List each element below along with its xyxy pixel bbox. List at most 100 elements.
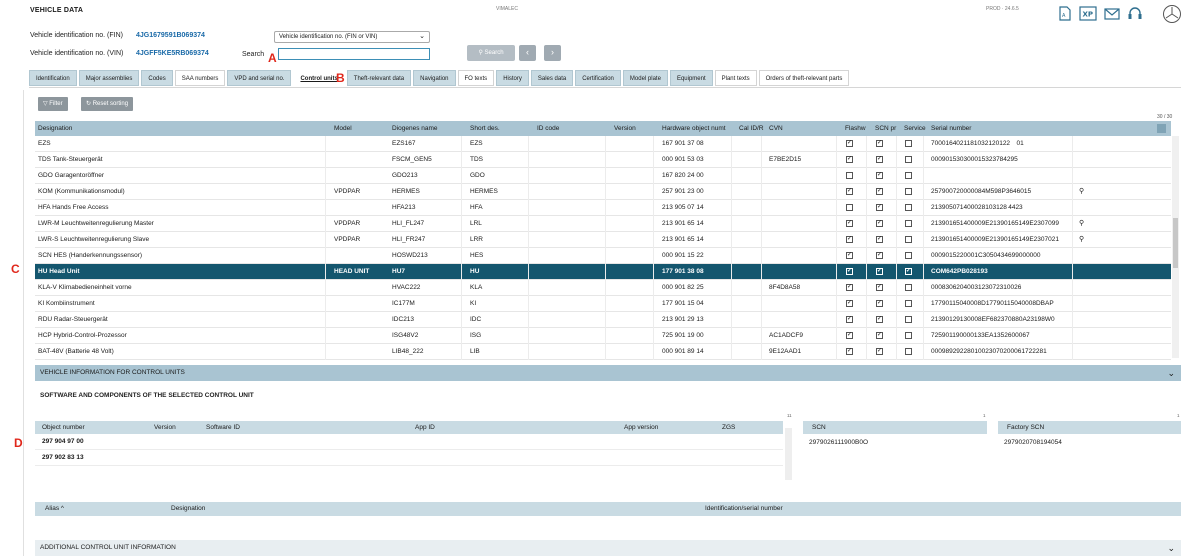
checkbox-service[interactable] xyxy=(905,172,912,179)
search-input[interactable] xyxy=(278,48,430,60)
table-row[interactable]: HU Head Unit HEAD UNIT HU7 HU 177 901 38 08 C… xyxy=(35,264,1171,280)
reset-sorting-button[interactable]: ↻ Reset sorting xyxy=(81,97,134,111)
checkbox-scn[interactable]: ✓ xyxy=(876,332,883,339)
checkbox-service[interactable] xyxy=(905,156,912,163)
magnifier-icon[interactable]: ⚲ xyxy=(1079,216,1084,232)
search-button[interactable]: ⚲ Search xyxy=(467,45,515,61)
tab-model-plate[interactable]: Model plate xyxy=(622,70,668,86)
tab-vpd-and-serial-no[interactable]: VPD and serial no. xyxy=(227,70,292,86)
checkbox-flash[interactable]: ✓ xyxy=(846,220,853,227)
checkbox-scn[interactable]: ✓ xyxy=(876,236,883,243)
tab-orders-of-theft-relevant-parts[interactable]: Orders of theft-relevant parts xyxy=(758,70,850,86)
table-row[interactable]: KI Kombiinstrument IC177M KI 177 901 15 04 1… xyxy=(35,296,1171,312)
checkbox-scn[interactable]: ✓ xyxy=(876,252,883,259)
table-row[interactable]: LWR-M Leuchtweitenregulierung Master VPDP… xyxy=(35,216,1171,232)
tab-theft-relevant-data[interactable]: Theft-relevant data xyxy=(346,70,412,86)
sw-column-zgs[interactable]: ZGS xyxy=(719,421,735,434)
checkbox-flash[interactable]: ✓ xyxy=(846,188,853,195)
table-scrollbar[interactable] xyxy=(1172,136,1179,358)
tab-certification[interactable]: Certification xyxy=(575,70,621,86)
checkbox-flash[interactable] xyxy=(846,204,853,211)
checkbox-service[interactable] xyxy=(905,140,912,147)
tab-sales-data[interactable]: Sales data xyxy=(530,70,574,86)
column-cvn[interactable]: CVN xyxy=(766,121,840,136)
sw-column-software-id[interactable]: Software ID xyxy=(203,421,240,434)
filter-button[interactable]: ▽ Filter xyxy=(38,97,68,111)
checkbox-scn[interactable]: ✓ xyxy=(876,220,883,227)
sw-column-app-version[interactable]: App version xyxy=(621,421,658,434)
next-button[interactable]: › xyxy=(544,45,561,61)
checkbox-scn[interactable]: ✓ xyxy=(876,268,883,275)
checkbox-scn[interactable]: ✓ xyxy=(876,204,883,211)
checkbox-flash[interactable]: ✓ xyxy=(846,348,853,355)
table-row[interactable]: TDS Tank-Steuergerät FSCM_GEN5 TDS 000 901 … xyxy=(35,152,1171,168)
column-flashw[interactable]: Flashw xyxy=(842,121,870,136)
column-id-code[interactable]: ID code xyxy=(534,121,608,136)
column-model[interactable]: Model xyxy=(331,121,386,136)
previous-button[interactable]: ‹ xyxy=(519,45,536,61)
checkbox-flash[interactable]: ✓ xyxy=(846,332,853,339)
pdf-icon[interactable]: A xyxy=(1058,6,1072,21)
checkbox-flash[interactable]: ✓ xyxy=(846,252,853,259)
checkbox-flash[interactable]: ✓ xyxy=(846,156,853,163)
table-row[interactable]: KLA-V Klimabedieneinheit vorne HVAC222 KLA… xyxy=(35,280,1171,296)
sw-table-row[interactable]: 297 902 83 13 xyxy=(35,450,783,466)
checkbox-service[interactable] xyxy=(905,252,912,259)
column-version[interactable]: Version xyxy=(611,121,656,136)
table-row[interactable]: EZS EZS167 EZS 167 901 37 08 700016402118103… xyxy=(35,136,1171,152)
sw-column-version[interactable]: Version xyxy=(151,421,176,434)
mail-icon[interactable] xyxy=(1104,6,1120,21)
alias-designation-column[interactable]: Designation xyxy=(171,502,205,516)
table-row[interactable]: BAT-48V (Batterie 48 Volt) LIB48_222 LIB 00… xyxy=(35,344,1171,360)
column-short-des[interactable]: Short des. xyxy=(467,121,531,136)
sw-column-object-number[interactable]: Object number xyxy=(39,421,85,434)
xp-icon[interactable]: XP xyxy=(1079,6,1097,21)
tab-codes[interactable]: Codes xyxy=(141,70,173,86)
checkbox-scn[interactable]: ✓ xyxy=(876,172,883,179)
scrollbar-thumb[interactable] xyxy=(1173,218,1178,268)
column-hardware-object-numt[interactable]: Hardware object numt xyxy=(659,121,733,136)
checkbox-flash[interactable]: ✓ xyxy=(846,284,853,291)
column-settings-icon[interactable] xyxy=(1157,124,1166,133)
column-diogenes-name[interactable]: Diogenes name xyxy=(389,121,464,136)
table-row[interactable]: HCP Hybrid-Control-Prozessor ISG48V2 ISG 72… xyxy=(35,328,1171,344)
checkbox-scn[interactable]: ✓ xyxy=(876,300,883,307)
additional-info-section[interactable]: ADDITIONAL CONTROL UNIT INFORMATION ⌄ xyxy=(35,540,1181,556)
table-row[interactable]: KOM (Kommunikationsmodul) VPDPAR HERMES HER… xyxy=(35,184,1171,200)
column-designation[interactable]: Designation xyxy=(35,121,325,136)
magnifier-icon[interactable]: ⚲ xyxy=(1079,232,1084,248)
checkbox-flash[interactable]: ✓ xyxy=(846,268,853,275)
tab-navigation[interactable]: Navigation xyxy=(413,70,456,86)
checkbox-service[interactable] xyxy=(905,316,912,323)
tab-history[interactable]: History xyxy=(496,70,529,86)
tab-equipment[interactable]: Equipment xyxy=(669,70,713,86)
checkbox-service[interactable] xyxy=(905,300,912,307)
checkbox-scn[interactable]: ✓ xyxy=(876,348,883,355)
checkbox-service[interactable] xyxy=(905,204,912,211)
checkbox-flash[interactable]: ✓ xyxy=(846,316,853,323)
checkbox-service[interactable] xyxy=(905,284,912,291)
magnifier-icon[interactable]: ⚲ xyxy=(1079,184,1084,200)
checkbox-service[interactable] xyxy=(905,188,912,195)
vehicle-info-section[interactable]: VEHICLE INFORMATION FOR CONTROL UNITS ⌄ xyxy=(35,365,1181,381)
sw-table-row[interactable]: 297 904 97 00 xyxy=(35,434,783,450)
sw-column-app-id[interactable]: App ID xyxy=(412,421,435,434)
checkbox-flash[interactable]: ✓ xyxy=(846,300,853,307)
tab-fo-texts[interactable]: FO texts xyxy=(457,70,495,86)
table-row[interactable]: RDU Radar-Steuergerät IDC213 IDC 213 901 29… xyxy=(35,312,1171,328)
checkbox-scn[interactable]: ✓ xyxy=(876,284,883,291)
checkbox-scn[interactable]: ✓ xyxy=(876,188,883,195)
tab-saa-numbers[interactable]: SAA numbers xyxy=(174,70,226,86)
checkbox-service[interactable] xyxy=(905,348,912,355)
checkbox-service[interactable] xyxy=(905,236,912,243)
checkbox-flash[interactable]: ✓ xyxy=(846,236,853,243)
alias-serial-column[interactable]: Identification/serial number xyxy=(705,502,783,516)
column-serial-number[interactable]: Serial number xyxy=(928,121,1068,136)
table-row[interactable]: GDO Garagentoröffner GDO213 GDO 167 820 24 … xyxy=(35,168,1171,184)
column-cal-id-r[interactable]: Cal ID/R xyxy=(736,121,764,136)
checkbox-flash[interactable] xyxy=(846,172,853,179)
tab-plant-texts[interactable]: Plant texts xyxy=(714,70,757,86)
alias-column[interactable]: Alias ^ xyxy=(45,502,64,516)
checkbox-scn[interactable]: ✓ xyxy=(876,156,883,163)
software-scrollbar[interactable] xyxy=(785,428,792,480)
